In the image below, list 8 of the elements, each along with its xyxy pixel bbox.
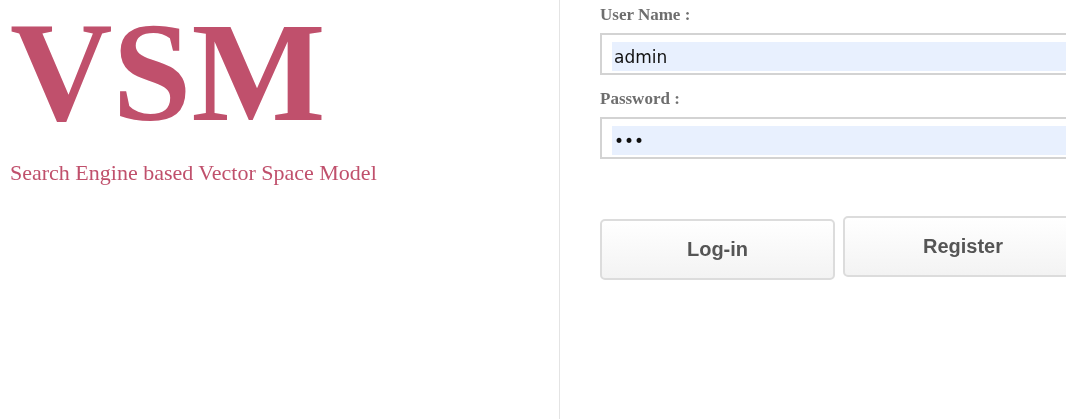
login-button[interactable]: Log-in — [600, 219, 835, 280]
tagline: Search Engine based Vector Space Model — [10, 160, 377, 186]
input-field[interactable]: ••• — [600, 117, 1066, 159]
logo: VSM — [10, 1, 326, 143]
field-label: User Name : — [600, 5, 691, 26]
register-button[interactable]: Register — [843, 216, 1066, 277]
input-field[interactable]: admin — [600, 33, 1066, 75]
field-label: Password : — [600, 89, 680, 110]
